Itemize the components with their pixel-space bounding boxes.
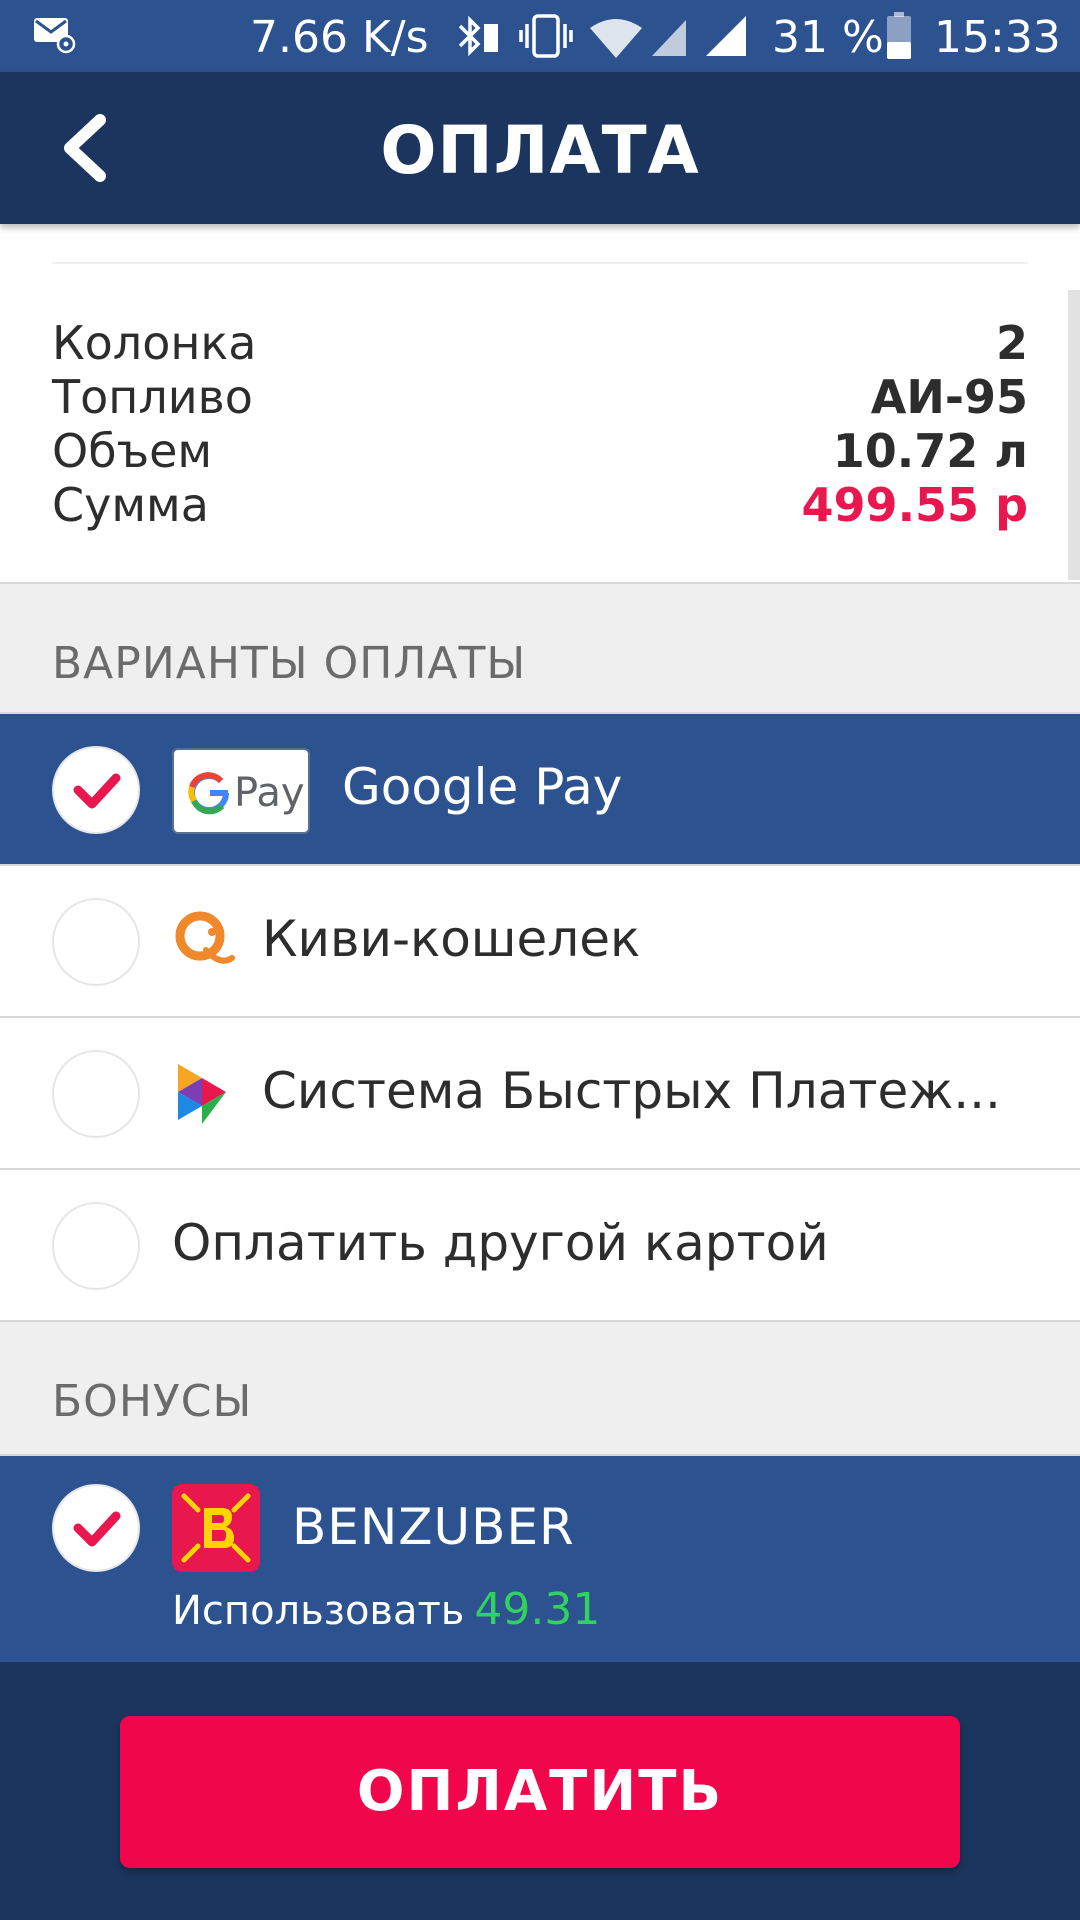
benzuber-logo-icon — [172, 1484, 260, 1572]
bonus-use-line: Использовать 49.31 — [172, 1584, 600, 1635]
radio-checked[interactable] — [52, 746, 140, 834]
bonus-option-benzuber[interactable]: BENZUBER Использовать 49.31 — [0, 1456, 1080, 1662]
google-pay-icon: Pay — [172, 748, 310, 834]
info-value: 10.72 л — [832, 424, 1028, 478]
bonus-use-label: Использовать — [172, 1588, 465, 1634]
info-value: АИ-95 — [870, 370, 1028, 424]
info-row-sum: Сумма 499.55 р — [52, 478, 1028, 532]
payment-section-header: ВАРИАНТЫ ОПЛАТЫ — [0, 582, 1080, 714]
qiwi-icon — [175, 911, 235, 964]
signal-icon — [706, 16, 746, 56]
sbp-icon — [178, 1064, 226, 1124]
bonus-section-header: БОНУСЫ — [0, 1322, 1080, 1456]
wifi-icon — [590, 19, 642, 58]
divider — [52, 262, 1028, 264]
info-label: Сумма — [52, 478, 209, 532]
option-label: Оплатить другой картой — [172, 1214, 829, 1272]
option-label: Система Быстрых Платеж... — [262, 1062, 1001, 1120]
payment-option-google-pay[interactable]: Pay Google Pay — [0, 714, 1080, 866]
payment-option-qiwi[interactable]: Киви-кошелек — [0, 866, 1080, 1018]
info-label: Колонка — [52, 316, 257, 370]
info-row-volume: Объем 10.72 л — [52, 424, 1028, 478]
bluetooth-icon — [458, 15, 498, 57]
bonus-amount: 49.31 — [474, 1584, 601, 1635]
section-title: ВАРИАНТЫ ОПЛАТЫ — [52, 638, 527, 689]
mail-icon — [34, 18, 76, 54]
info-label: Объем — [52, 424, 213, 478]
radio-checked[interactable] — [52, 1484, 140, 1572]
check-icon — [73, 1511, 121, 1547]
network-speed: 7.66 K/s — [250, 12, 429, 63]
info-row-pump: Колонка 2 — [52, 316, 1028, 370]
payment-option-sbp[interactable]: Система Быстрых Платеж... — [0, 1018, 1080, 1170]
check-icon — [73, 773, 121, 809]
battery-percent: 31 % — [772, 12, 884, 63]
info-value: 2 — [995, 316, 1028, 370]
clock: 15:33 — [934, 12, 1061, 63]
radio-unchecked[interactable] — [52, 1050, 140, 1138]
pay-button[interactable]: ОПЛАТИТЬ — [120, 1716, 960, 1868]
battery-icon — [887, 12, 911, 59]
signal-icon — [652, 20, 686, 56]
radio-unchecked[interactable] — [52, 898, 140, 986]
option-label: Google Pay — [342, 758, 623, 816]
status-bar: 7.66 K/s 31 % 15:33 — [0, 0, 1080, 72]
radio-unchecked[interactable] — [52, 1202, 140, 1290]
info-label: Топливо — [52, 370, 253, 424]
section-title: БОНУСЫ — [52, 1376, 253, 1427]
payment-option-other-card[interactable]: Оплатить другой картой — [0, 1170, 1080, 1322]
footer: ОПЛАТИТЬ — [0, 1662, 1080, 1920]
app-header: ОПЛАТА — [0, 72, 1080, 224]
scrollbar[interactable] — [1068, 290, 1080, 580]
vibrate-icon — [519, 14, 573, 58]
pay-text: Pay — [234, 770, 305, 816]
page-title: ОПЛАТА — [380, 112, 700, 189]
info-row-fuel: Топливо АИ-95 — [52, 370, 1028, 424]
option-label: Киви-кошелек — [262, 910, 641, 968]
google-g-icon — [188, 772, 229, 815]
total-sum: 499.55 р — [801, 478, 1028, 532]
bonus-program-name: BENZUBER — [292, 1498, 575, 1556]
